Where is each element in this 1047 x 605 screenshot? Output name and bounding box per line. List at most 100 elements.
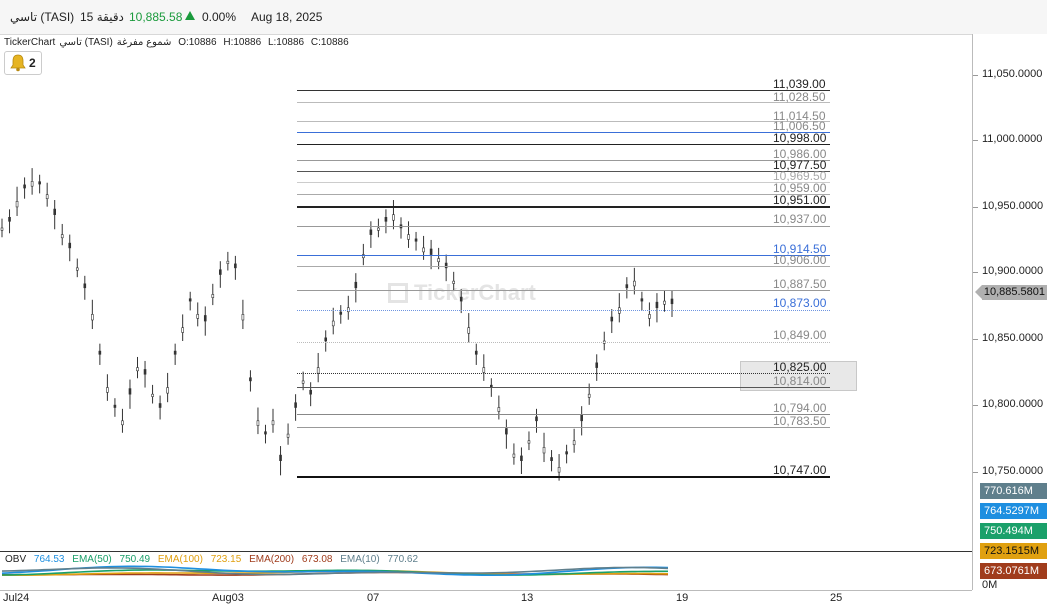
price-axis-label: 11,000.0000 — [982, 133, 1043, 145]
level-line[interactable] — [297, 255, 830, 256]
candle-body — [234, 263, 237, 269]
candle-body — [173, 350, 177, 355]
level-line[interactable] — [297, 90, 830, 91]
candle-body — [294, 402, 297, 408]
time-axis-label: 19 — [676, 592, 689, 604]
price-axis-label: 10,900.0000 — [982, 265, 1044, 277]
candle-body — [610, 316, 614, 322]
level-line[interactable] — [297, 194, 830, 195]
price-axis-tick — [973, 140, 978, 141]
level-line[interactable] — [297, 476, 830, 478]
level-line[interactable] — [297, 310, 830, 311]
candle-body — [75, 267, 79, 271]
level-line[interactable] — [297, 427, 830, 428]
candle-body — [219, 269, 222, 275]
candle-body — [655, 301, 659, 309]
candle-body — [256, 420, 260, 426]
level-label: 10,906.00 — [773, 253, 827, 267]
candle-body — [550, 457, 553, 461]
level-line[interactable] — [297, 121, 830, 122]
level-line[interactable] — [297, 342, 830, 343]
candle-body — [113, 404, 117, 408]
candle-body — [83, 283, 87, 289]
price-axis-label: 10,800.0000 — [982, 398, 1044, 410]
candle-body — [98, 350, 102, 355]
candle-body — [369, 229, 373, 235]
obv-chart — [1, 565, 669, 576]
candle-body — [331, 320, 335, 327]
obv-value-box: 723.1515M — [980, 543, 1047, 559]
candle-body — [459, 296, 463, 302]
price-axis-label: 10,850.0000 — [982, 332, 1044, 344]
current-price-badge: 10,885.5801 — [975, 285, 1047, 300]
candle-body — [414, 238, 418, 242]
level-label: 10,998.00 — [773, 131, 827, 145]
level-line[interactable] — [297, 206, 830, 208]
candle-body — [407, 234, 410, 240]
level-line[interactable] — [297, 414, 830, 415]
level-line[interactable] — [297, 132, 830, 133]
candle-body — [587, 393, 591, 398]
candle-body — [143, 369, 147, 375]
candle-body — [595, 362, 599, 368]
candle-body — [663, 300, 666, 305]
candle-body — [512, 453, 516, 458]
level-line[interactable] — [297, 373, 830, 374]
level-label: 11,028.50 — [773, 90, 826, 104]
level-line[interactable] — [297, 102, 830, 103]
level-line[interactable] — [297, 290, 830, 291]
price-axis-tick — [973, 272, 978, 273]
candle-body — [166, 387, 169, 394]
level-line[interactable] — [297, 160, 830, 161]
level-label: 10,887.50 — [773, 277, 827, 291]
level-line[interactable] — [297, 171, 830, 172]
candle-body — [670, 298, 674, 305]
candle-body — [497, 407, 501, 412]
price-axis-tick — [973, 339, 978, 340]
candle-body — [203, 315, 207, 322]
candle-body — [106, 387, 109, 393]
time-axis-label: 13 — [521, 592, 534, 604]
time-axis[interactable]: Jul24 Aug03 07 13 19 25 — [0, 590, 972, 605]
candle-body — [30, 181, 34, 187]
candle-body — [572, 440, 576, 446]
candle-body — [68, 242, 72, 249]
time-axis-label: 07 — [367, 592, 380, 604]
obv-pane[interactable]: OBV 764.53 EMA(50) 750.49 EMA(100) 723.1… — [0, 551, 972, 591]
candle-body — [309, 389, 312, 395]
candle-body — [45, 194, 49, 199]
level-line[interactable] — [297, 226, 830, 227]
level-line[interactable] — [297, 182, 830, 183]
candle-body — [0, 227, 4, 231]
candle-body — [467, 327, 471, 334]
candle-body — [339, 311, 343, 315]
candle-body — [60, 234, 64, 239]
candle-body — [241, 314, 245, 321]
candle-body — [542, 447, 546, 454]
candle-body — [505, 428, 508, 435]
price-axis-label: 10,950.0000 — [982, 200, 1044, 212]
candle-body — [527, 440, 531, 444]
candle-body — [136, 367, 139, 372]
candle-body — [474, 350, 478, 355]
candle-body — [535, 416, 538, 422]
candle-body — [91, 314, 94, 321]
level-label: 10,825.00 — [773, 360, 827, 374]
level-line[interactable] — [297, 387, 830, 388]
candle-body — [196, 314, 200, 319]
obv-zero-label: 0M — [982, 579, 998, 591]
candle-body — [121, 420, 124, 426]
level-label: 10,937.00 — [773, 212, 827, 226]
candle-body — [15, 201, 19, 208]
price-axis-label: 11,050.0000 — [982, 68, 1043, 80]
price-axis-tick — [973, 405, 978, 406]
level-label: 10,873.00 — [773, 296, 827, 310]
candle-body — [226, 260, 230, 264]
level-line[interactable] — [297, 144, 830, 145]
candle-body — [286, 433, 290, 438]
candle-body — [384, 217, 388, 222]
level-line[interactable] — [297, 266, 830, 267]
level-label: 10,951.00 — [773, 193, 827, 207]
obv-value-box: 770.616M — [980, 483, 1047, 499]
candle-body — [271, 420, 275, 426]
